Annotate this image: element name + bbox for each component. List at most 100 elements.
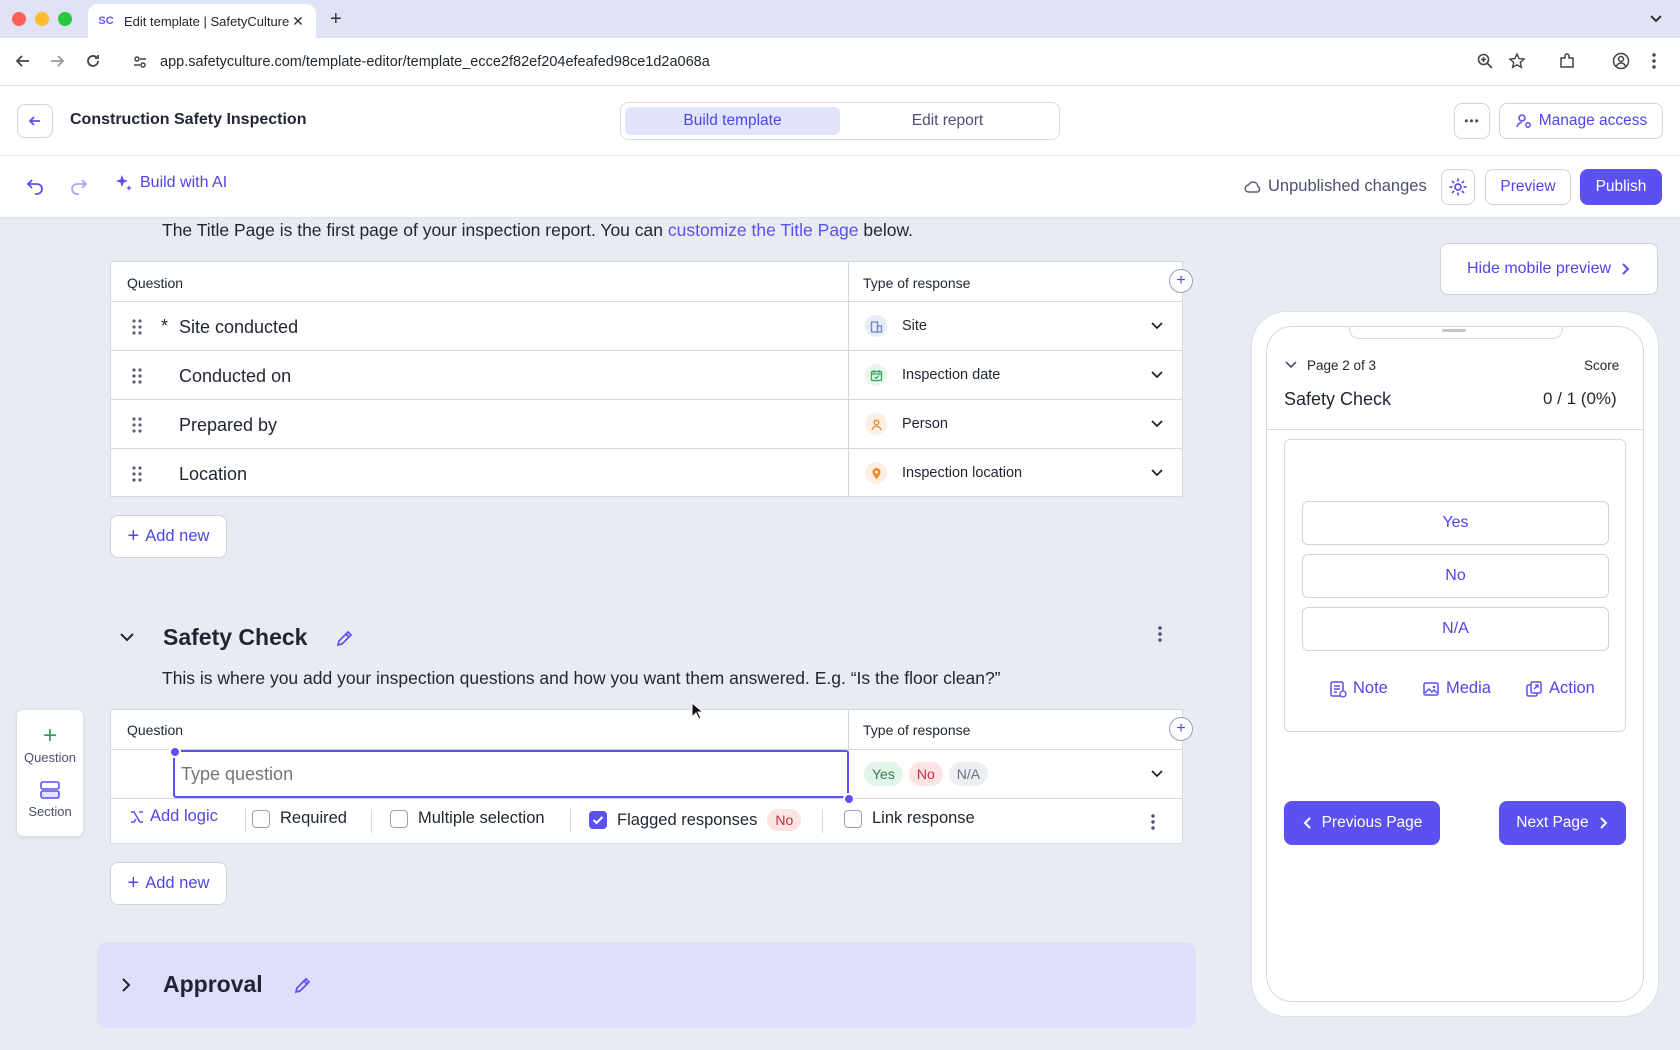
table-row[interactable]: Conducted on Inspection date — [111, 350, 1182, 399]
add-new-button[interactable]: + Add new — [110, 515, 227, 558]
answer-yes-button[interactable]: Yes — [1302, 501, 1609, 545]
media-action[interactable]: Media — [1422, 679, 1491, 698]
site-info-icon[interactable] — [132, 54, 148, 70]
title-page-table: Question Type of response * Site conduct… — [110, 261, 1183, 497]
safetyculture-favicon-icon: SC — [98, 15, 114, 27]
question-text[interactable]: Site conducted — [179, 317, 298, 338]
palette-section-label: Section — [28, 804, 72, 819]
resize-handle[interactable] — [169, 746, 181, 758]
response-type: Site — [902, 318, 927, 334]
maximize-window-button[interactable] — [58, 12, 72, 26]
option-flagged-responses[interactable]: Flagged responses No — [589, 809, 802, 831]
option-required[interactable]: Required — [252, 809, 347, 828]
collapse-chevron-icon[interactable] — [119, 631, 135, 643]
multiple-selection-checkbox[interactable] — [390, 809, 408, 828]
table-row[interactable]: * Site conducted Site — [111, 301, 1182, 350]
template-title: Construction Safety Inspection — [70, 111, 307, 128]
section-title[interactable]: Approval — [163, 971, 263, 998]
redo-icon[interactable] — [69, 176, 89, 196]
safety-question-table: Question Type of response Yes No N/A Add… — [110, 709, 1183, 844]
drag-handle-icon — [132, 368, 142, 384]
expand-chevron-icon[interactable] — [120, 977, 132, 993]
hide-mobile-preview-button[interactable]: Hide mobile preview — [1440, 243, 1658, 295]
action-action[interactable]: Action — [1525, 679, 1595, 698]
action-icon — [1526, 680, 1542, 697]
new-tab-icon[interactable]: + — [330, 8, 342, 31]
next-page-button[interactable]: Next Page — [1499, 801, 1626, 845]
bookmark-star-icon[interactable] — [1508, 52, 1526, 70]
question-text[interactable]: Prepared by — [179, 415, 277, 436]
option-link-response[interactable]: Link response — [844, 809, 975, 828]
add-new-button[interactable]: + Add new — [110, 862, 227, 905]
column-header-response: Type of response — [863, 722, 971, 738]
collapse-chevron-icon[interactable] — [1285, 361, 1297, 369]
browser-menu-icon[interactable] — [1650, 52, 1658, 70]
section-title[interactable]: Safety Check — [163, 624, 307, 651]
calendar-icon — [865, 364, 887, 386]
close-tab-icon[interactable]: ✕ — [290, 13, 306, 30]
note-action[interactable]: Note — [1329, 679, 1388, 698]
preview-button[interactable]: Preview — [1485, 169, 1571, 205]
link-response-checkbox[interactable] — [844, 809, 862, 828]
manage-access-button[interactable]: Manage access — [1499, 103, 1663, 139]
answer-na-button[interactable]: N/A — [1302, 607, 1609, 651]
option-label: Required — [280, 809, 347, 827]
more-options-button[interactable]: ••• — [1454, 103, 1490, 139]
add-logic-button[interactable]: Add logic — [129, 807, 218, 826]
answer-no-button[interactable]: No — [1302, 554, 1609, 598]
required-checkbox[interactable] — [252, 809, 270, 828]
mobile-preview-screen: Page 2 of 3 Score Safety Check 0 / 1 (0%… — [1266, 326, 1644, 1002]
profile-icon[interactable] — [1612, 52, 1630, 70]
extensions-icon[interactable] — [1558, 52, 1576, 70]
option-multiple-selection[interactable]: Multiple selection — [390, 809, 545, 828]
section-description: This is where you add your inspection qu… — [162, 668, 1001, 688]
back-button[interactable] — [17, 104, 53, 138]
table-row[interactable]: Location Inspection location — [111, 448, 1182, 496]
undo-icon[interactable] — [25, 176, 45, 196]
browser-tab[interactable]: SC Edit template | SafetyCulture ✕ — [88, 4, 316, 38]
response-set[interactable]: Yes No N/A — [864, 762, 989, 786]
chevron-down-icon[interactable] — [1150, 769, 1164, 779]
required-asterisk: * — [161, 316, 169, 336]
publish-button[interactable]: Publish — [1580, 169, 1662, 205]
section-menu-icon[interactable] — [1157, 625, 1163, 643]
reload-icon[interactable] — [84, 52, 102, 70]
build-with-ai-button[interactable]: Build with AI — [114, 173, 227, 193]
user-settings-icon — [1515, 114, 1531, 128]
address-bar[interactable]: app.safetyculture.com/template-editor/te… — [120, 44, 1550, 80]
question-text[interactable]: Location — [179, 464, 247, 485]
add-item-palette: + Question Section — [17, 710, 83, 836]
resize-handle[interactable] — [843, 793, 855, 805]
add-column-plus-icon[interactable]: + — [1169, 717, 1193, 741]
tab-build-template[interactable]: Build template — [625, 107, 840, 135]
edit-pencil-icon[interactable] — [293, 975, 313, 995]
cloud-icon — [1244, 180, 1261, 193]
question-input[interactable] — [173, 750, 849, 798]
tab-search-chevron-icon[interactable] — [1648, 10, 1664, 26]
url-host: app.safetyculture.com — [160, 54, 302, 70]
close-window-button[interactable] — [12, 12, 26, 26]
more-vertical-icon[interactable] — [1150, 813, 1156, 831]
row-divider — [111, 798, 1182, 799]
tab-edit-report[interactable]: Edit report — [840, 107, 1055, 135]
flagged-responses-checkbox[interactable] — [589, 811, 607, 829]
person-icon — [865, 413, 887, 435]
add-column-plus-icon[interactable]: + — [1169, 269, 1193, 293]
forward-icon[interactable] — [48, 52, 66, 70]
previous-page-button[interactable]: Previous Page — [1284, 801, 1440, 845]
settings-button[interactable] — [1441, 169, 1475, 205]
add-question-button[interactable]: + Question — [17, 724, 83, 766]
score-value: 0 / 1 (0%) — [1543, 389, 1617, 408]
column-header-question: Question — [127, 722, 184, 738]
table-row[interactable]: Prepared by Person — [111, 399, 1182, 448]
chevron-down-icon — [1151, 420, 1163, 428]
chevron-down-icon — [1151, 469, 1163, 477]
edit-pencil-icon[interactable] — [335, 628, 355, 648]
customize-title-page-link[interactable]: customize the Title Page — [668, 220, 859, 240]
zoom-icon[interactable] — [1476, 52, 1494, 70]
chevron-left-icon — [1303, 817, 1311, 829]
minimize-window-button[interactable] — [35, 12, 49, 26]
add-section-button[interactable]: Section — [17, 780, 83, 819]
question-text[interactable]: Conducted on — [179, 366, 291, 387]
back-icon[interactable] — [14, 52, 32, 70]
